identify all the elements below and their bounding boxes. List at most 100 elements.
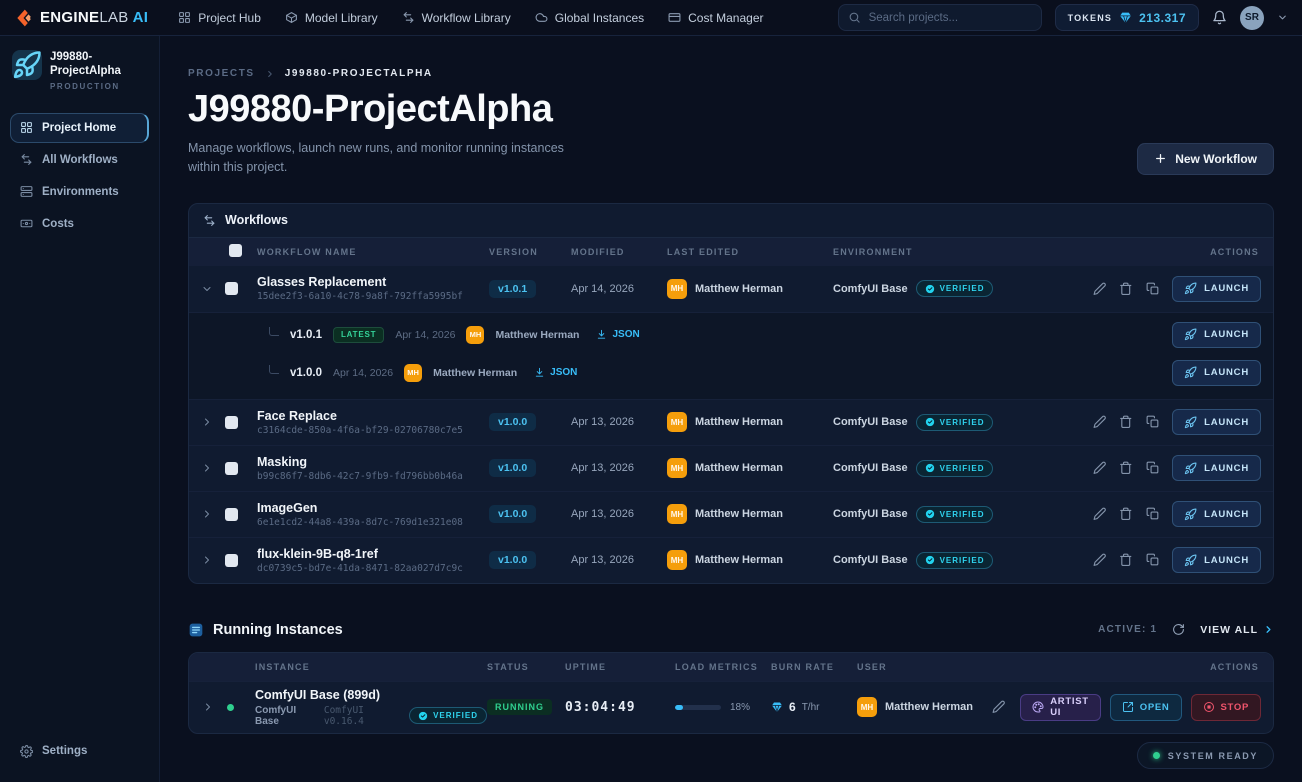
editor-name: Matthew Herman — [695, 508, 784, 520]
chevron-down-icon[interactable] — [201, 283, 213, 295]
sidebar-item-settings[interactable]: Settings — [10, 736, 149, 766]
workflows-panel-header: Workflows — [189, 204, 1273, 238]
edit-icon[interactable] — [1093, 553, 1107, 567]
chevron-down-icon[interactable] — [1277, 12, 1288, 23]
nav-global-instances[interactable]: Global Instances — [535, 11, 644, 25]
duplicate-icon[interactable] — [1146, 415, 1160, 429]
sidebar-item-all-workflows[interactable]: All Workflows — [10, 145, 149, 175]
col-environment: ENVIRONMENT — [833, 246, 913, 257]
chevron-right-icon[interactable] — [201, 416, 213, 428]
delete-icon[interactable] — [1119, 507, 1133, 521]
edit-icon[interactable] — [992, 700, 1006, 714]
search-input[interactable] — [837, 4, 1042, 31]
chevron-right-icon[interactable] — [201, 508, 213, 520]
launch-button[interactable]: LAUNCH — [1172, 547, 1261, 573]
launch-button[interactable]: LAUNCH — [1172, 321, 1261, 348]
version-row: v1.0.0 Apr 14, 2026 MH Matthew Herman JS… — [189, 354, 1273, 392]
row-checkbox[interactable] — [225, 282, 238, 295]
launch-button[interactable]: LAUNCH — [1172, 275, 1261, 302]
nav-model-library[interactable]: Model Library — [285, 11, 378, 25]
duplicate-icon[interactable] — [1146, 461, 1160, 475]
workflow-icon — [402, 11, 415, 24]
search — [837, 4, 1042, 31]
edit-icon[interactable] — [1093, 461, 1107, 475]
editor-avatar: MH — [466, 325, 485, 344]
system-ready-label: SYSTEM READY — [1167, 750, 1258, 761]
nav-workflow-library[interactable]: Workflow Library — [402, 11, 511, 25]
launch-button[interactable]: LAUNCH — [1172, 359, 1261, 386]
sidebar-item-costs[interactable]: Costs — [10, 209, 149, 239]
delete-icon[interactable] — [1119, 461, 1133, 475]
instance-status-dot — [227, 703, 234, 711]
workflow-name: flux-klein-9B-q8-1ref — [257, 546, 378, 561]
rocket-icon — [12, 50, 42, 80]
active-count: ACTIVE: 1 — [1098, 624, 1158, 635]
duplicate-icon[interactable] — [1146, 507, 1160, 521]
editor-name: Matthew Herman — [695, 282, 784, 295]
status-dot — [1152, 752, 1160, 759]
tokens-badge[interactable]: TOKENS 213.317 — [1054, 4, 1199, 31]
delete-icon[interactable] — [1119, 282, 1133, 296]
check-circle-icon — [925, 509, 935, 519]
delete-icon[interactable] — [1119, 415, 1133, 429]
bell-icon[interactable] — [1212, 10, 1227, 25]
launch-button[interactable]: LAUNCH — [1172, 455, 1261, 481]
workflow-row[interactable]: flux-klein-9B-q8-1ref dc0739c5-bd7e-41da… — [189, 536, 1273, 583]
grid-icon — [20, 121, 33, 134]
nav-cost-manager[interactable]: Cost Manager — [668, 11, 764, 25]
col-instance: INSTANCE — [255, 661, 310, 672]
modified-date: Apr 13, 2026 — [571, 508, 634, 520]
chevron-right-icon[interactable] — [201, 554, 213, 566]
sidebar-nav: Project Home All Workflows Environments … — [10, 112, 149, 241]
duplicate-icon[interactable] — [1146, 282, 1160, 296]
nav-label: Model Library — [304, 10, 378, 25]
workflows-table-body: Glasses Replacement 15dee2f3-6a10-4c78-9… — [189, 266, 1273, 583]
workflow-row[interactable]: Face Replace c3164cde-850a-4f6a-bf29-027… — [189, 398, 1273, 445]
select-all-checkbox[interactable] — [229, 244, 242, 257]
workflow-row[interactable]: Masking b99c86f7-8db6-42c7-9fb9-fd796bb0… — [189, 444, 1273, 491]
download-json-link[interactable]: JSON — [596, 329, 640, 340]
workflow-row[interactable]: ImageGen 6e1e1cd2-44a8-439a-8d7c-769d1e3… — [189, 490, 1273, 537]
row-checkbox[interactable] — [225, 415, 238, 429]
sidebar-item-environments[interactable]: Environments — [10, 177, 149, 207]
sidebar-item-project-home[interactable]: Project Home — [10, 112, 149, 143]
sidebar-settings-label: Settings — [42, 745, 88, 757]
delete-icon[interactable] — [1119, 553, 1133, 567]
user-name: Matthew Herman — [885, 701, 974, 713]
duplicate-icon[interactable] — [1146, 553, 1160, 567]
breadcrumb-root[interactable]: PROJECTS — [188, 68, 255, 79]
edit-icon[interactable] — [1093, 507, 1107, 521]
instance-name: ComfyUI Base (899d) — [255, 687, 381, 702]
workflow-uuid: c3164cde-850a-4f6a-bf29-02706780c7e5 — [257, 424, 463, 436]
edit-icon[interactable] — [1093, 415, 1107, 429]
artist-ui-button[interactable]: ARTIST UI — [1020, 693, 1101, 721]
stop-button[interactable]: STOP — [1190, 693, 1261, 721]
open-button[interactable]: OPEN — [1109, 693, 1182, 721]
workflows-table-header: WORKFLOW NAME VERSION MODIFIED LAST EDIT… — [189, 237, 1273, 266]
new-workflow-button[interactable]: New Workflow — [1137, 142, 1274, 175]
environment-name: ComfyUI Base — [833, 282, 908, 295]
chevron-right-icon — [265, 69, 275, 79]
workflow-name: Face Replace — [257, 408, 337, 423]
row-checkbox[interactable] — [225, 461, 238, 475]
brand-logo[interactable]: ENGINELAB AI — [14, 8, 148, 28]
nav-project-hub[interactable]: Project Hub — [178, 11, 261, 25]
launch-button[interactable]: LAUNCH — [1172, 409, 1261, 435]
new-workflow-label: New Workflow — [1175, 151, 1257, 166]
edit-icon[interactable] — [1093, 282, 1107, 296]
chevron-right-icon[interactable] — [201, 462, 213, 474]
row-checkbox[interactable] — [225, 553, 238, 567]
user-avatar[interactable]: SR — [1240, 5, 1264, 30]
tree-corner — [269, 364, 279, 374]
main-content: PROJECTS J99880-PROJECTALPHA J99880-Proj… — [160, 36, 1302, 782]
workflow-row[interactable]: Glasses Replacement 15dee2f3-6a10-4c78-9… — [189, 266, 1273, 312]
launch-button[interactable]: LAUNCH — [1172, 501, 1261, 527]
chevron-right-icon[interactable] — [202, 701, 214, 713]
nav-label: Global Instances — [554, 10, 645, 25]
burn-value: 6 — [789, 700, 796, 714]
instance-row[interactable]: ComfyUI Base (899d) ComfyUI Base ComfyUI… — [189, 680, 1273, 733]
row-checkbox[interactable] — [225, 507, 238, 521]
view-all-button[interactable]: VIEW ALL — [1200, 624, 1274, 636]
download-json-link[interactable]: JSON — [534, 367, 577, 378]
refresh-icon[interactable] — [1172, 623, 1185, 636]
